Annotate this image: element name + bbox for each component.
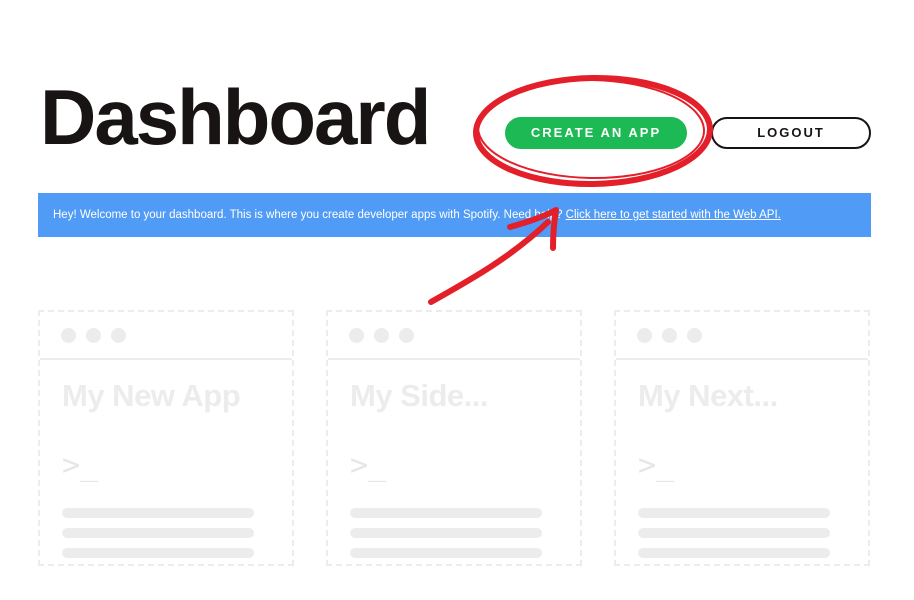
dashboard-page: Dashboard CREATE AN APP LOGOUT Hey! Welc…: [0, 0, 914, 600]
placeholder-line: [350, 548, 542, 558]
card-title: My New App: [62, 378, 241, 413]
window-dot-icon: [111, 328, 126, 343]
placeholder-line: [638, 548, 830, 558]
placeholder-line: [350, 508, 542, 518]
placeholder-line: [350, 528, 542, 538]
window-dot-icon: [349, 328, 364, 343]
window-dot-icon: [637, 328, 652, 343]
card-title: My Side...: [350, 378, 488, 413]
window-dot-icon: [61, 328, 76, 343]
card-title: My Next...: [638, 378, 778, 413]
placeholder-line: [638, 508, 830, 518]
window-dot-icon: [687, 328, 702, 343]
web-api-link[interactable]: Click here to get started with the Web A…: [566, 209, 781, 221]
terminal-prompt-icon: >_: [350, 448, 387, 483]
page-title: Dashboard: [40, 73, 431, 161]
logout-button[interactable]: LOGOUT: [711, 117, 871, 149]
card-header: [328, 312, 580, 360]
app-card-placeholder[interactable]: My Side... >_: [326, 310, 582, 566]
terminal-prompt-icon: >_: [638, 448, 675, 483]
window-dot-icon: [662, 328, 677, 343]
window-dot-icon: [374, 328, 389, 343]
placeholder-line: [638, 528, 830, 538]
welcome-banner: Hey! Welcome to your dashboard. This is …: [38, 193, 871, 237]
create-app-button[interactable]: CREATE AN APP: [505, 117, 687, 149]
app-card-placeholder[interactable]: My Next... >_: [614, 310, 870, 566]
app-card-placeholder[interactable]: My New App >_: [38, 310, 294, 566]
placeholder-line: [62, 548, 254, 558]
card-header: [40, 312, 292, 360]
placeholder-line: [62, 528, 254, 538]
placeholder-line: [62, 508, 254, 518]
banner-text: Hey! Welcome to your dashboard. This is …: [53, 209, 566, 221]
window-dot-icon: [399, 328, 414, 343]
terminal-prompt-icon: >_: [62, 448, 99, 483]
window-dot-icon: [86, 328, 101, 343]
card-header: [616, 312, 868, 360]
